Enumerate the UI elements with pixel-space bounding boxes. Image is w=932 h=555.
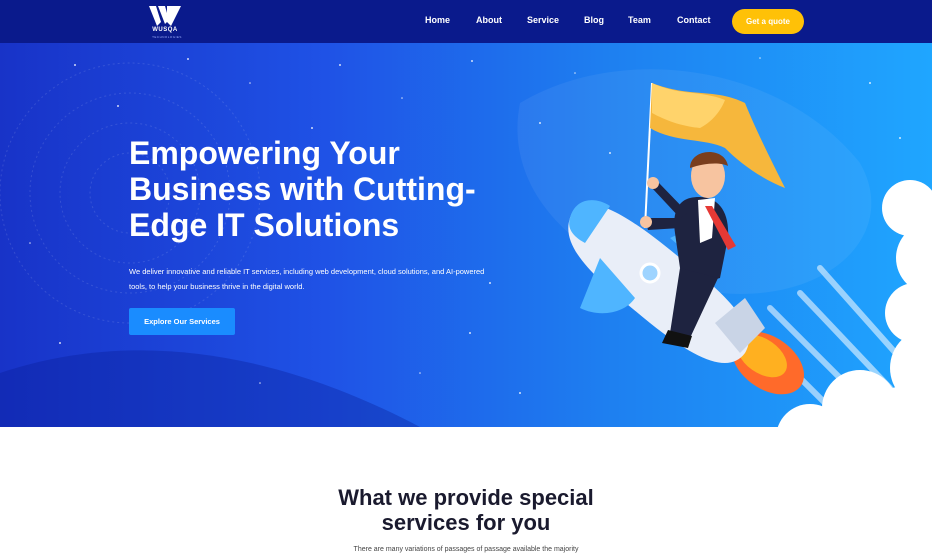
nav-link-home[interactable]: Home: [425, 15, 450, 25]
top-navbar: WUSQA TECHNOLOGIES Home About Service Bl…: [0, 0, 932, 43]
hero-description: We deliver innovative and reliable IT se…: [129, 267, 485, 291]
hero-title: Empowering Your Business with Cutting-Ed…: [129, 135, 476, 243]
nav-link-team[interactable]: Team: [628, 15, 651, 25]
explore-services-button[interactable]: Explore Our Services: [129, 308, 235, 335]
hero-section: Empowering Your Business with Cutting-Ed…: [0, 43, 932, 427]
services-section: What we provide special services for you…: [0, 427, 932, 555]
services-title: What we provide special services for you: [338, 485, 594, 535]
nav-link-blog[interactable]: Blog: [584, 15, 604, 25]
w-logo-icon: [149, 6, 181, 26]
nav-link-contact[interactable]: Contact: [677, 15, 711, 25]
nav-link-about[interactable]: About: [476, 15, 502, 25]
brand-tagline: TECHNOLOGIES: [152, 35, 182, 39]
services-description: There are many variations of passages of…: [353, 546, 579, 553]
rocket-businessman-illustration: [568, 82, 932, 427]
brand-logo[interactable]: WUSQA TECHNOLOGIES: [145, 4, 189, 40]
nav-link-service[interactable]: Service: [527, 15, 559, 25]
get-quote-button[interactable]: Get a quote: [732, 9, 804, 34]
brand-name: WUSQA: [152, 27, 178, 33]
